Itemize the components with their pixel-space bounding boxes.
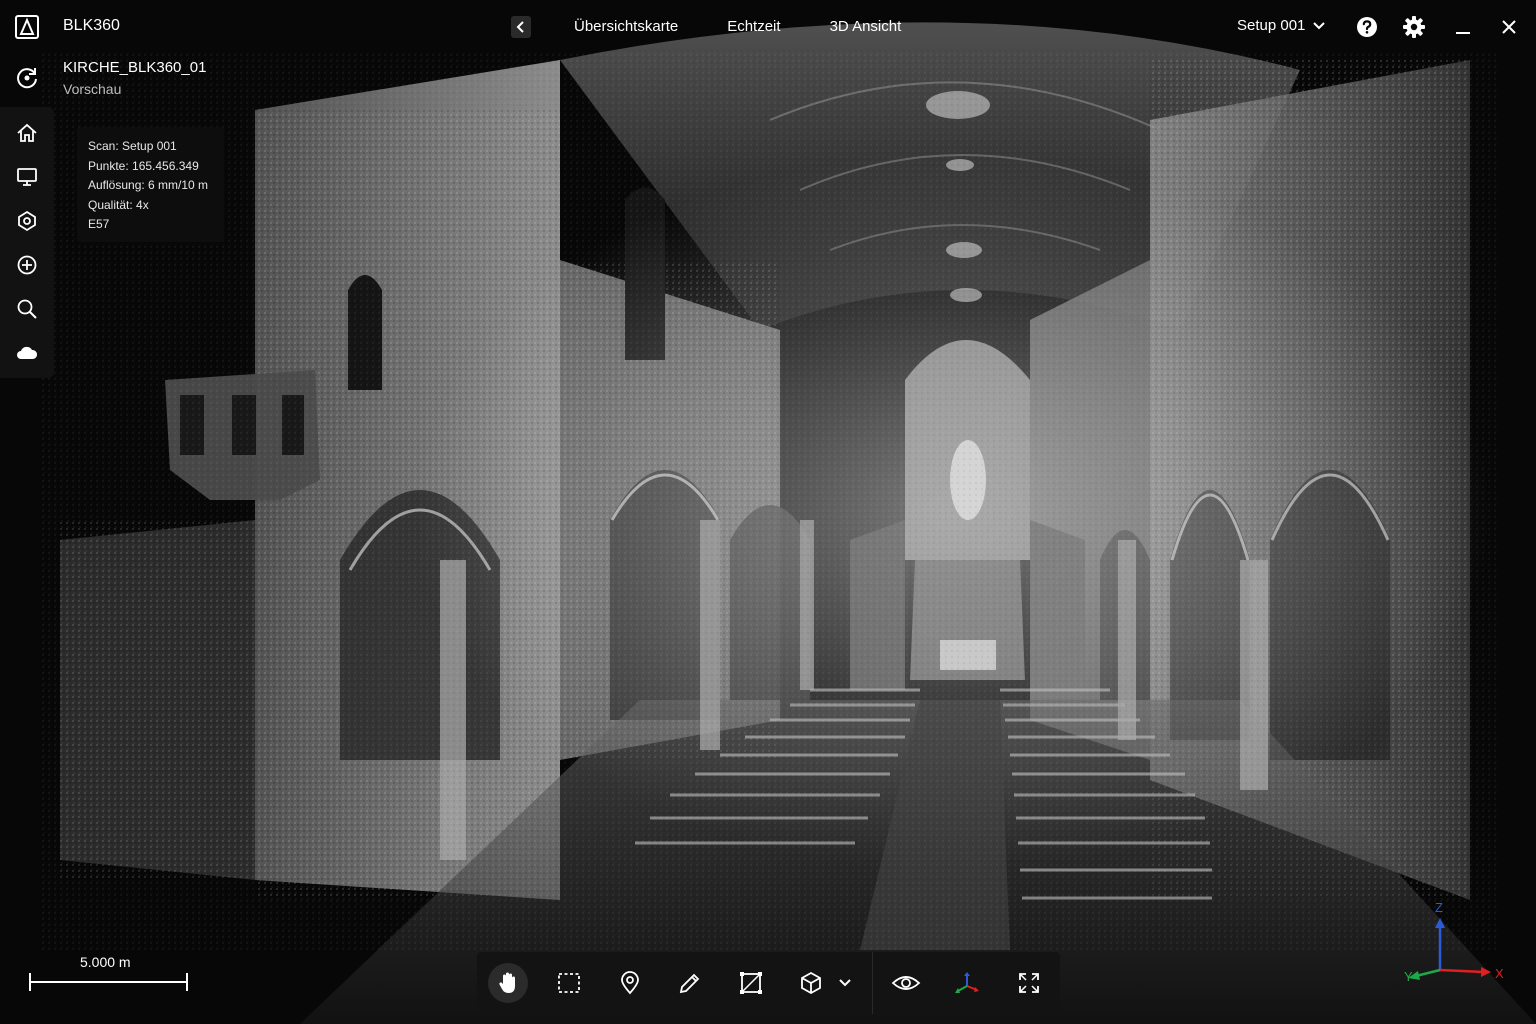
- fullscreen-icon: [1019, 973, 1039, 993]
- network-icon: [18, 210, 36, 232]
- scan-info-card: Scan: Setup 001 Punkte: 165.456.349 Aufl…: [77, 127, 224, 242]
- box-select-icon: [558, 973, 580, 993]
- scale-bar: [29, 973, 188, 991]
- pin-icon: [621, 971, 639, 995]
- view-tabs: Übersichtskarte Echtzeit 3D Ansicht: [560, 0, 936, 54]
- church-point-cloud: [0, 0, 1536, 1024]
- project-name: KIRCHE_BLK360_01: [63, 59, 207, 76]
- close-icon: [1502, 20, 1516, 34]
- rotate-scan-button[interactable]: [14, 65, 40, 91]
- settings-button[interactable]: [1402, 15, 1426, 39]
- axis-x-label: X: [1495, 966, 1504, 981]
- point-cloud-viewport[interactable]: [0, 0, 1536, 1024]
- left-tool-rail: [0, 107, 54, 378]
- setup-selector-label: Setup 001: [1237, 17, 1306, 34]
- axes-toggle-button[interactable]: [947, 963, 987, 1003]
- setup-selector[interactable]: Setup 001: [1237, 17, 1326, 34]
- target-icon: [17, 255, 37, 275]
- top-bar: BLK360 Übersichtskarte Echtzeit 3D Ansic…: [0, 0, 1536, 54]
- monitor-icon: [17, 168, 37, 186]
- axis-y-label: Y: [1404, 969, 1413, 984]
- minimize-button[interactable]: [1451, 15, 1475, 39]
- minimize-icon: [1456, 32, 1470, 34]
- axis-orientation-gizmo: Z Y X: [1392, 898, 1510, 990]
- tab-realtime[interactable]: Echtzeit: [713, 0, 794, 54]
- pan-tool-button[interactable]: [488, 963, 528, 1003]
- fullscreen-button[interactable]: [1009, 963, 1049, 1003]
- app-window: BLK360 Übersichtskarte Echtzeit 3D Ansic…: [0, 0, 1536, 1024]
- eye-icon: [891, 976, 921, 990]
- blk-logo-icon: [14, 14, 40, 40]
- gear-icon: [1403, 16, 1425, 38]
- scan-info-quality: Qualität: 4x: [88, 197, 149, 212]
- axes-icon: [955, 972, 979, 993]
- scan-info-resolution: Auflösung: 6 mm/10 m: [88, 178, 209, 193]
- tab-overview-map[interactable]: Übersichtskarte: [560, 0, 692, 54]
- collapse-panel-button[interactable]: [511, 16, 531, 38]
- box-select-button[interactable]: [549, 963, 589, 1003]
- chevron-left-icon: [516, 21, 524, 33]
- visibility-button[interactable]: [886, 963, 926, 1003]
- scan-info-points: Punkte: 165.456.349: [88, 158, 199, 173]
- cube-icon: [801, 971, 821, 995]
- bottom-toolbar: [477, 952, 1060, 1014]
- pencil-icon: [679, 973, 700, 994]
- search-button[interactable]: [14, 296, 40, 322]
- toolbar-divider: [872, 952, 873, 1014]
- network-button[interactable]: [14, 208, 40, 234]
- display-button[interactable]: [14, 164, 40, 190]
- scan-info-scan: Scan: Setup 001: [88, 139, 177, 153]
- crop-button[interactable]: [731, 963, 771, 1003]
- home-button[interactable]: [14, 120, 40, 146]
- app-title: BLK360: [63, 17, 120, 34]
- view-cube-button[interactable]: [791, 963, 831, 1003]
- rotate-scan-icon: [17, 68, 37, 89]
- cloud-button[interactable]: [14, 340, 40, 366]
- chevron-down-icon: [839, 979, 851, 987]
- pan-hand-icon: [499, 972, 515, 993]
- cloud-icon: [17, 346, 38, 359]
- tab-3d-view[interactable]: 3D Ansicht: [816, 0, 916, 54]
- target-button[interactable]: [14, 252, 40, 278]
- project-subtitle: Vorschau: [63, 81, 122, 97]
- scan-info-format: E57: [88, 217, 110, 232]
- scale-label: 5.000 m: [80, 954, 131, 970]
- crop-icon: [740, 972, 762, 994]
- chevron-down-icon: [1313, 21, 1326, 29]
- place-marker-button[interactable]: [610, 963, 650, 1003]
- axis-z-label: Z: [1435, 900, 1443, 915]
- close-button[interactable]: [1497, 15, 1521, 39]
- home-icon: [17, 123, 37, 142]
- draw-button[interactable]: [670, 963, 710, 1003]
- view-cube-dropdown[interactable]: [827, 963, 863, 1003]
- help-button[interactable]: [1355, 15, 1379, 39]
- search-icon: [17, 299, 37, 319]
- help-icon: [1357, 17, 1377, 37]
